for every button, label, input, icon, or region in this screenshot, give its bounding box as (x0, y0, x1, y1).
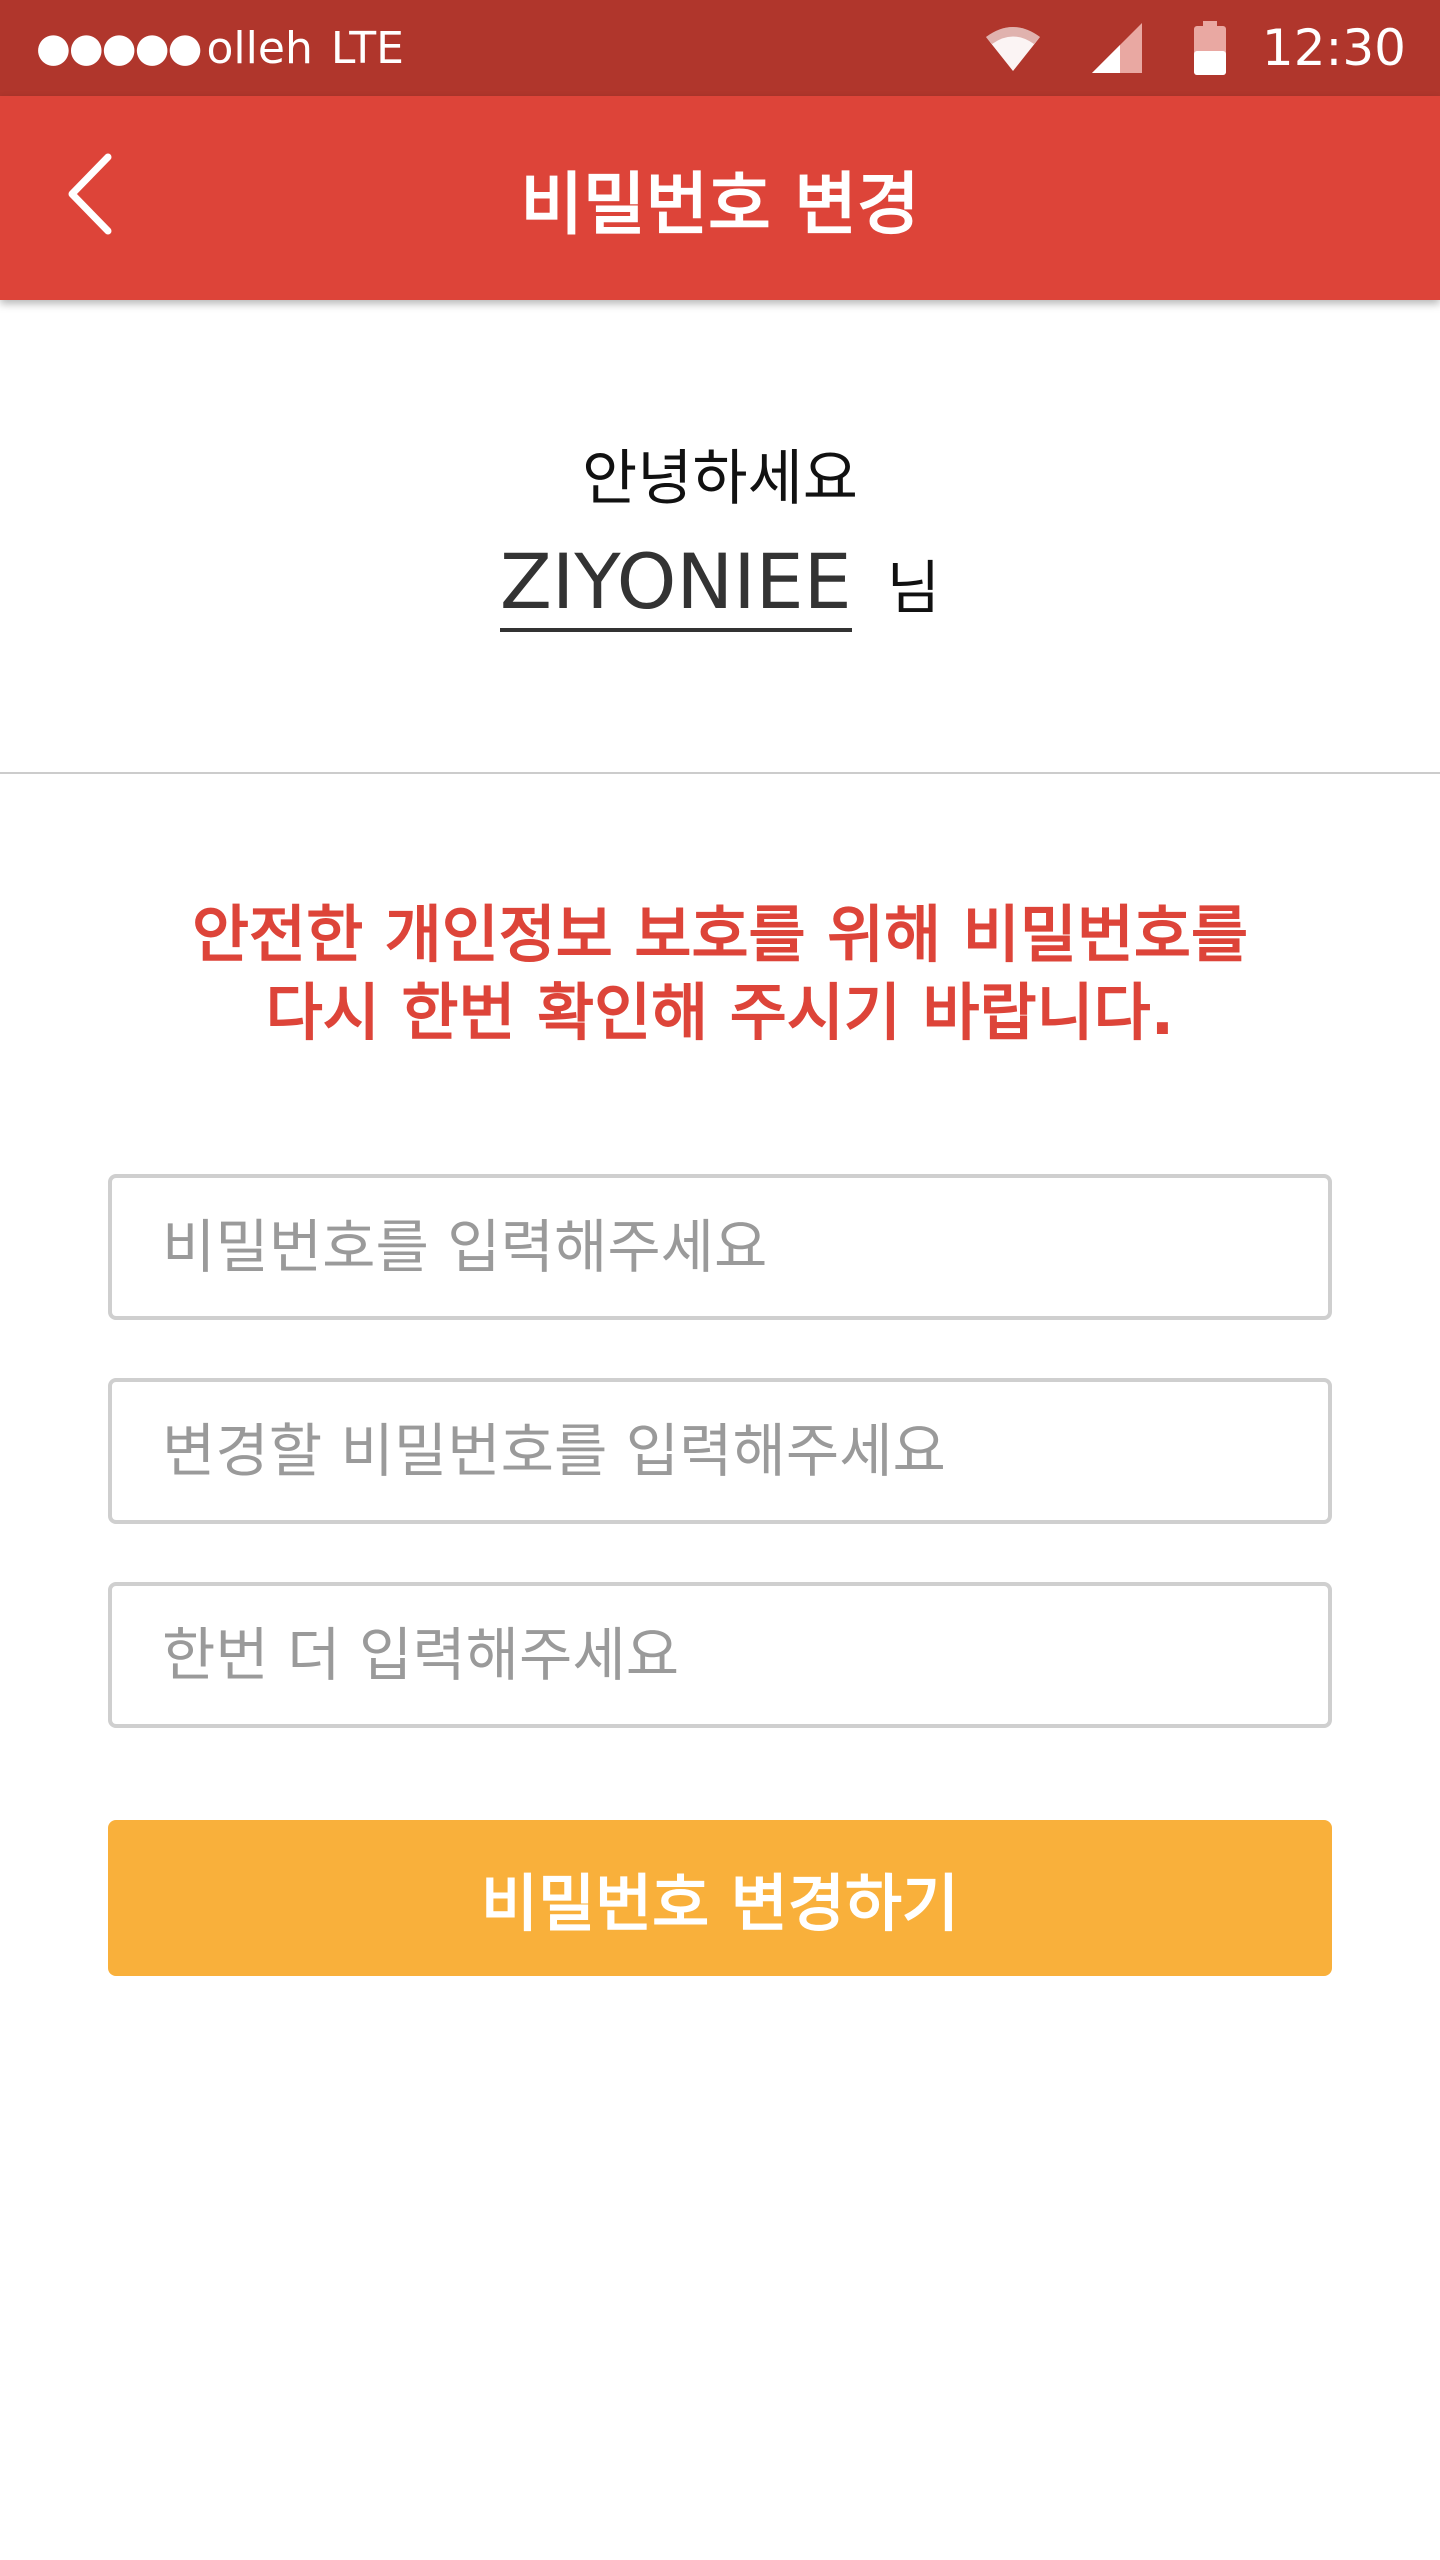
honorific-suffix: 님 (886, 554, 941, 622)
new-password-input[interactable] (112, 1382, 1328, 1520)
confirm-password-field-container (108, 1582, 1332, 1728)
new-password-field-container (108, 1378, 1332, 1524)
network-type: LTE (330, 22, 404, 74)
cellular-signal-icon (1091, 23, 1142, 73)
current-password-input[interactable] (112, 1178, 1328, 1316)
current-password-field-container (108, 1174, 1332, 1320)
change-password-button[interactable]: 비밀번호 변경하기 (108, 1820, 1332, 1976)
section-divider (0, 772, 1440, 774)
battery-icon (1193, 21, 1226, 75)
status-time: 12:30 (1261, 19, 1406, 77)
status-bar-left: ●●●●● olleh LTE (36, 0, 404, 96)
status-bar: ●●●●● olleh LTE 12:30 (0, 0, 1440, 96)
page-title: 비밀번호 변경 (520, 165, 920, 245)
notice-line-1: 안전한 개인정보 보호를 위해 비밀번호를 (191, 898, 1249, 971)
carrier-name: olleh (206, 22, 313, 74)
user-line: ZIYONIEE 님 (0, 536, 1440, 632)
greeting-text: 안녕하세요 (582, 444, 858, 514)
security-notice: 안전한 개인정보 보호를 위해 비밀번호를 다시 한번 확인해 주시기 바랍니다… (0, 896, 1440, 1052)
wifi-icon (985, 25, 1040, 71)
notice-line-2: 다시 한번 확인해 주시기 바랍니다. (265, 976, 1175, 1049)
status-bar-right: 12:30 (985, 0, 1406, 96)
username: ZIYONIEE (499, 536, 852, 632)
app-bar: 비밀번호 변경 (0, 96, 1440, 300)
signal-strength-dots: ●●●●● (36, 25, 203, 71)
confirm-password-input[interactable] (112, 1586, 1328, 1724)
